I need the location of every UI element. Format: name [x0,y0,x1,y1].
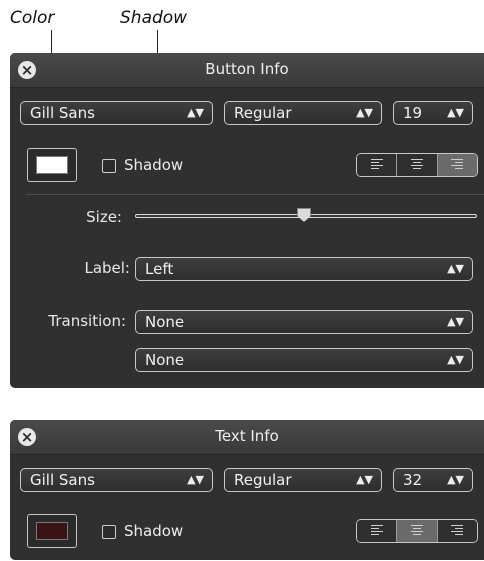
up-down-arrows-icon: ▲▼ [356,106,373,119]
align-right-icon [451,159,464,171]
up-down-arrows-icon: ▲▼ [447,473,464,486]
align-right-icon [451,525,464,537]
close-icon[interactable]: × [18,61,36,79]
shadow-label: Shadow [124,156,184,174]
align-center-button[interactable] [397,154,438,176]
align-center-button[interactable] [397,520,438,542]
transition-popup[interactable]: None ▲▼ [135,310,473,334]
font-style-popup[interactable]: Regular ▲▼ [224,468,382,492]
font-style-popup[interactable]: Regular ▲▼ [224,101,382,125]
color-callout: Color [10,8,55,28]
section-divider [26,194,484,195]
align-left-button[interactable] [357,520,398,542]
color-swatch [36,156,68,174]
shadow-label: Shadow [124,522,184,540]
font-style-value: Regular [234,471,292,489]
alignment-control [356,153,478,177]
transition-value: None [145,313,185,331]
size-slider-knob[interactable] [297,208,311,222]
up-down-arrows-icon: ▲▼ [187,106,204,119]
close-icon[interactable]: × [18,428,36,446]
up-down-arrows-icon: ▲▼ [447,106,464,119]
shadow-checkbox[interactable] [102,525,116,539]
align-center-icon [410,159,423,171]
font-family-value: Gill Sans [30,104,95,122]
font-family-popup[interactable]: Gill Sans ▲▼ [20,101,213,125]
button-info-titlebar[interactable]: Button Info × [10,53,484,88]
align-right-button[interactable] [437,154,477,176]
align-left-icon [370,159,383,171]
size-label: Size: [86,208,122,226]
font-family-popup[interactable]: Gill Sans ▲▼ [20,468,213,492]
up-down-arrows-icon: ▲▼ [447,262,464,275]
font-family-value: Gill Sans [30,471,95,489]
up-down-arrows-icon: ▲▼ [447,353,464,366]
color-well[interactable] [27,514,77,548]
transition-direction-value: None [145,351,185,369]
text-info-titlebar[interactable]: Text Info × [10,420,484,455]
font-style-value: Regular [234,104,292,122]
align-right-button[interactable] [437,520,477,542]
text-info-panel: Text Info × Gill Sans ▲▼ Regular ▲▼ 32 ▲… [10,420,484,560]
font-size-value: 19 [403,104,423,122]
panel-title: Text Info [215,427,279,445]
shadow-callout: Shadow [120,8,188,28]
label-popup[interactable]: Left ▲▼ [135,257,473,281]
align-left-icon [370,525,383,537]
font-size-value: 32 [403,471,423,489]
color-well[interactable] [27,148,77,182]
up-down-arrows-icon: ▲▼ [447,315,464,328]
shadow-checkbox[interactable] [102,159,116,173]
transition-direction-popup[interactable]: None ▲▼ [135,348,473,372]
align-center-icon [410,525,423,537]
font-size-popup[interactable]: 32 ▲▼ [393,468,473,492]
label-value: Left [145,260,174,278]
alignment-control [356,519,478,543]
up-down-arrows-icon: ▲▼ [187,473,204,486]
panel-title: Button Info [205,60,289,78]
up-down-arrows-icon: ▲▼ [356,473,373,486]
transition-label: Transition: [48,312,126,330]
align-left-button[interactable] [357,154,398,176]
font-size-popup[interactable]: 19 ▲▼ [393,101,473,125]
label-label: Label: [84,259,130,277]
button-info-panel: Button Info × Gill Sans ▲▼ Regular ▲▼ 19… [10,53,484,388]
color-swatch [36,522,68,540]
